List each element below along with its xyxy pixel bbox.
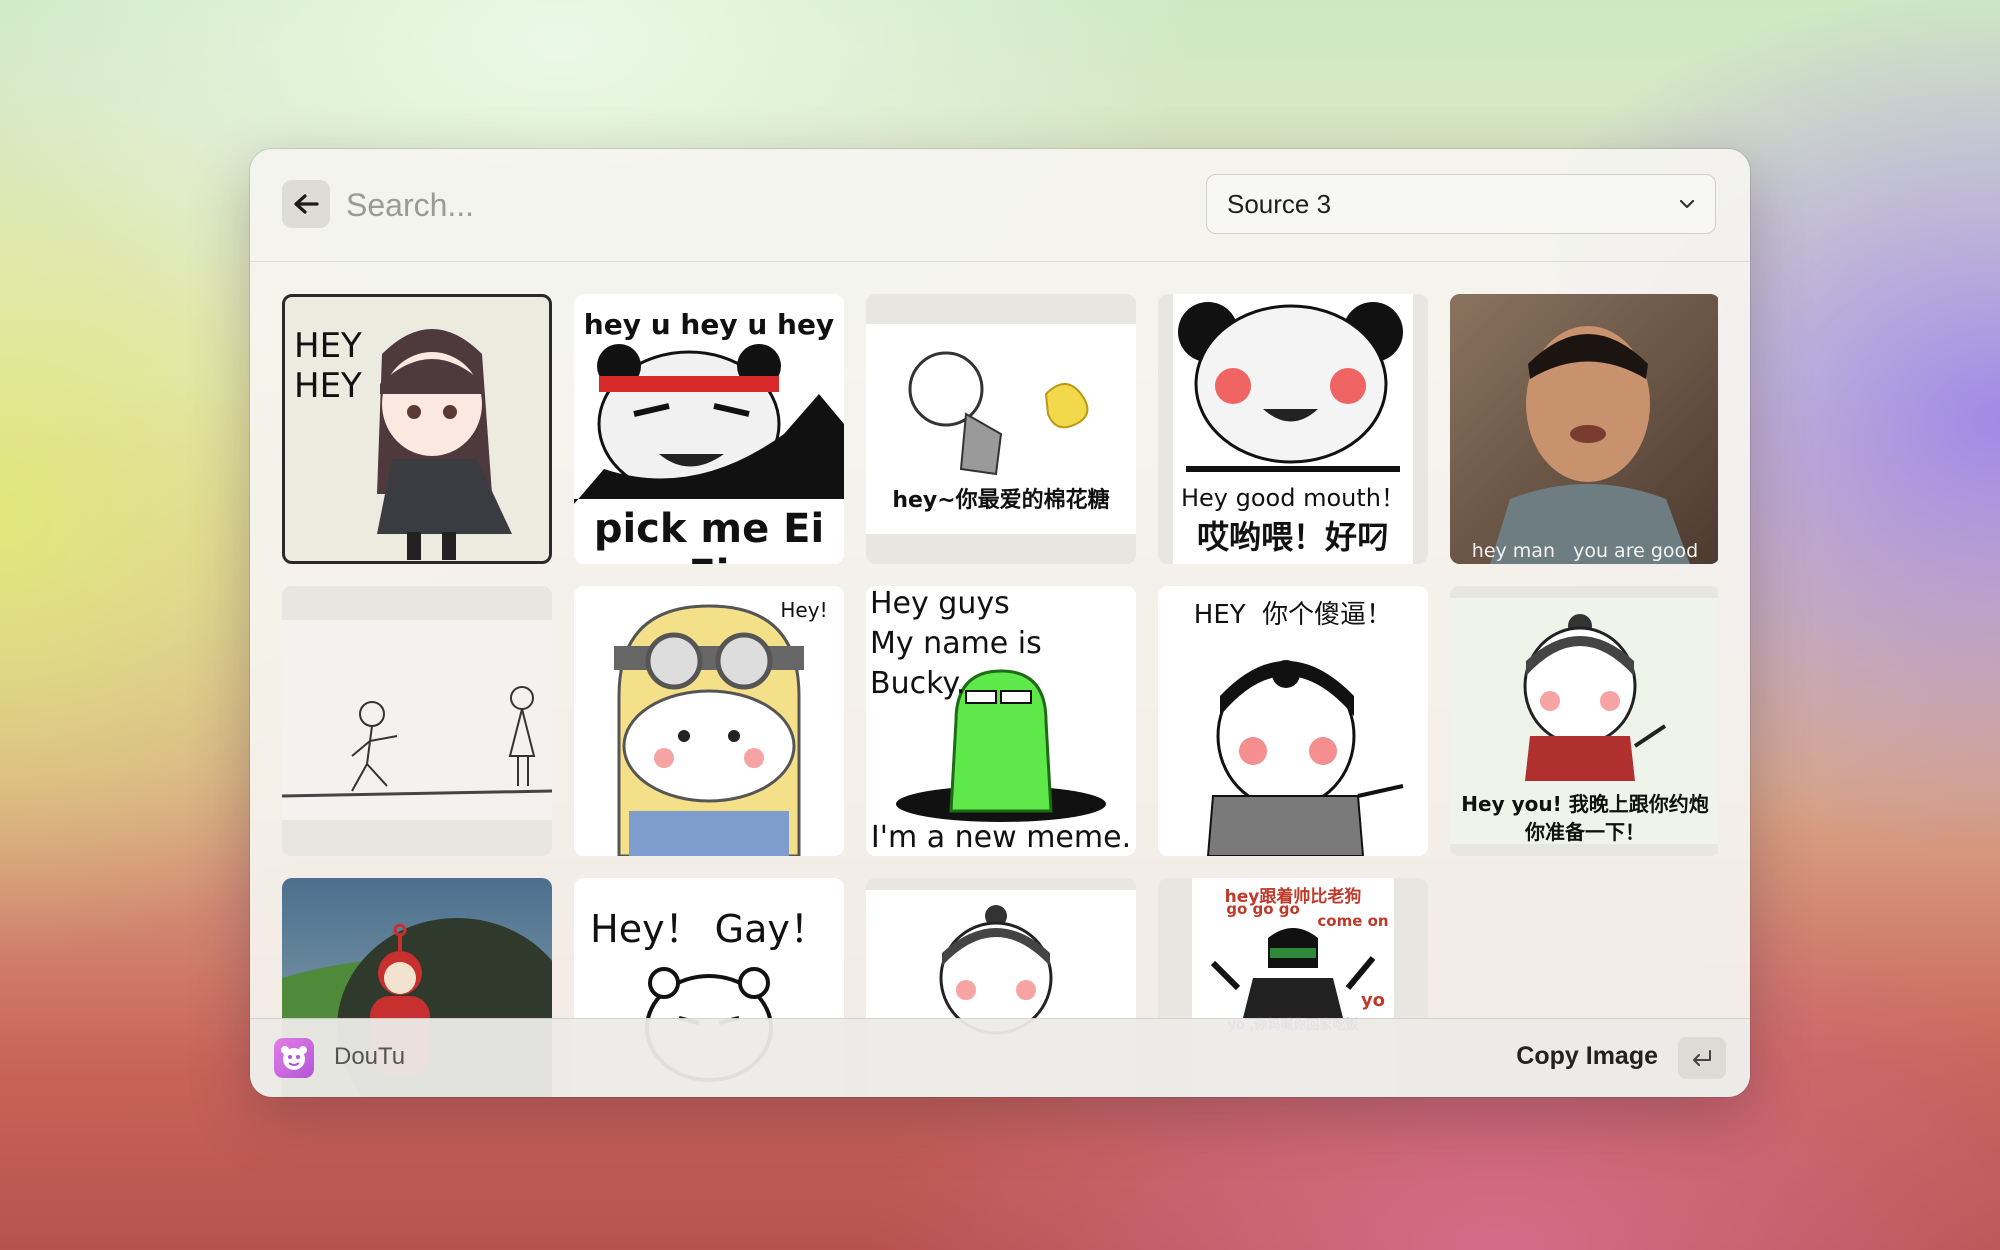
arrow-left-icon (294, 194, 319, 214)
meme-image (282, 586, 552, 856)
source-dropdown-value: Source 3 (1227, 188, 1332, 219)
meme-caption: HEY HEY (294, 326, 362, 406)
meme-caption-line: Bucky. (870, 666, 966, 701)
meme-tile[interactable]: hey u hey u hey pick me Ei Ei (574, 294, 844, 564)
meme-tile[interactable]: HEY 你个傻逼！ (1158, 586, 1428, 856)
meme-tile[interactable]: Hey! (574, 586, 844, 856)
meme-caption: Hey good mouth！ (1180, 484, 1405, 512)
meme-caption: hey man you are good (1471, 540, 1699, 562)
meme-image (866, 294, 1136, 564)
search-bar: Source 3 (250, 149, 1750, 262)
meme-caption-top: hey u hey u hey (583, 308, 835, 341)
copy-image-action[interactable]: Copy Image (1516, 1042, 1658, 1071)
meme-tile[interactable]: hey man you are good (1450, 294, 1718, 564)
meme-caption: HEY 你个傻逼！ (1193, 600, 1393, 630)
meme-image (1450, 294, 1718, 564)
meme-tile[interactable]: Hey you! 我晚上跟你约炮 你准备一下！ (1450, 586, 1718, 856)
chevron-down-icon (1679, 199, 1695, 209)
app-icon (274, 1038, 314, 1078)
meme-tile[interactable]: HEY HEY (282, 294, 552, 564)
app-name: DouTu (334, 1043, 406, 1070)
source-dropdown[interactable]: Source 3 (1206, 174, 1716, 234)
meme-caption: Hey！ Gay！ (590, 907, 828, 951)
meme-caption-line: My name is (870, 626, 1042, 661)
meme-caption: hey~你最爱的棉花糖 (892, 488, 1110, 513)
meme-tile[interactable] (282, 586, 552, 856)
meme-image (574, 586, 844, 856)
meme-caption-bottom: pick me Ei Ei (593, 506, 825, 564)
meme-grid: HEY HEY hey u hey u hey pick me Ei Ei (282, 294, 1718, 1097)
meme-caption: Hey you! 我晚上跟你约炮 (1461, 792, 1709, 816)
meme-tile[interactable]: hey~你最爱的棉花糖 (866, 294, 1136, 564)
meme-caption-bottom: I'm a new meme. (870, 820, 1132, 855)
meme-tile[interactable]: Hey good mouth！ 哎哟喂！好叼 (1158, 294, 1428, 564)
meme-caption-secondary: 你准备一下！ (1525, 820, 1645, 844)
meme-caption: Hey! (780, 598, 828, 622)
meme-tile[interactable]: Hey guys My name is Bucky. I'm a new mem… (866, 586, 1136, 856)
doutu-icon (281, 1046, 307, 1070)
search-input[interactable] (344, 174, 1128, 236)
enter-key-hint[interactable] (1678, 1037, 1726, 1079)
meme-caption-line: come on (1317, 912, 1389, 930)
meme-caption-secondary: 哎哟喂！好叼 (1196, 518, 1389, 556)
doutu-window: Source 3 HEY HEY (250, 149, 1750, 1097)
return-icon (1693, 1050, 1711, 1066)
action-bar: DouTu Copy Image (250, 1018, 1750, 1097)
meme-caption-line: Hey guys (870, 586, 1010, 621)
meme-caption-line: yo (1360, 990, 1386, 1011)
back-button[interactable] (282, 180, 330, 228)
